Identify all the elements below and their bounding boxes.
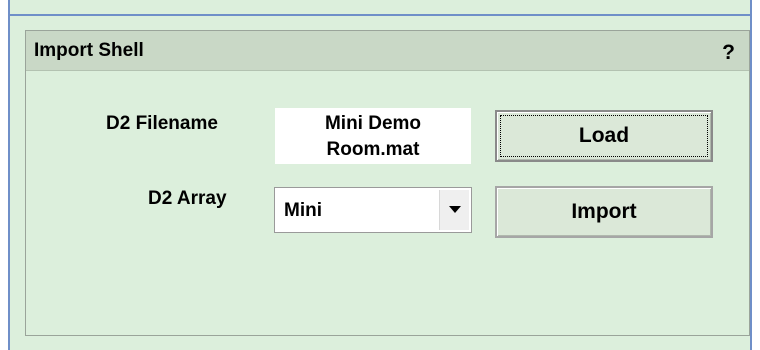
panel-title: Import Shell	[34, 40, 144, 61]
d2-filename-label: D2 Filename	[106, 113, 218, 134]
window-frame-top-border	[8, 14, 752, 16]
help-icon[interactable]: ?	[722, 41, 735, 65]
d2-filename-value: Mini Demo Room.mat	[275, 108, 471, 164]
import-shell-panel: Import Shell ?	[25, 30, 750, 336]
chevron-down-icon	[449, 206, 461, 213]
d2-filename-value-line1: Mini Demo	[324, 113, 422, 134]
import-button[interactable]: Import	[495, 186, 713, 238]
d2-array-dropdown-button[interactable]	[439, 190, 469, 230]
load-button-focus-ring	[500, 115, 708, 157]
d2-array-label: D2 Array	[148, 188, 227, 209]
d2-filename-value-line2: Room.mat	[326, 139, 420, 160]
import-button-label: Import	[571, 200, 637, 223]
d2-array-select[interactable]: Mini	[274, 187, 472, 233]
panel-header: Import Shell ?	[26, 31, 749, 71]
d2-array-selected-value: Mini	[284, 200, 322, 221]
load-button[interactable]: Load	[495, 110, 713, 162]
